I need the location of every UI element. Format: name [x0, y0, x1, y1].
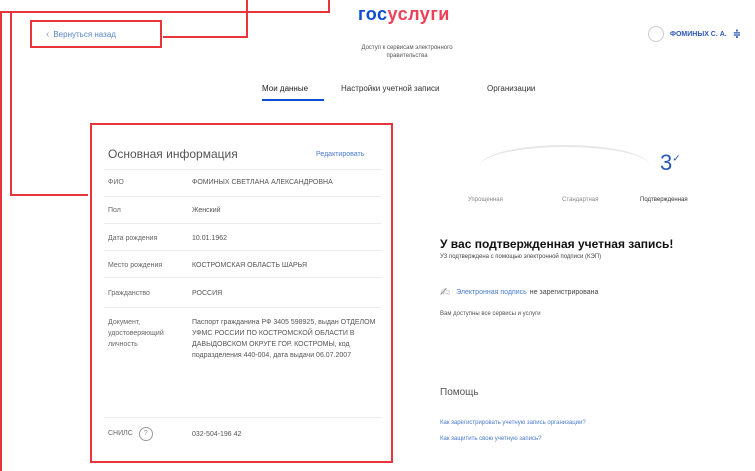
logo-gos: гос — [358, 4, 388, 24]
row-value-birthplace: КОСТРОМСКАЯ ОБЛАСТЬ ШАРЬЯ — [192, 262, 308, 269]
e-signature-row: ✍ Электронная подпись не зарегистрирован… — [440, 285, 598, 299]
confirmed-subtitle: УЗ подтверждена с помощью электронной по… — [440, 254, 602, 260]
row-value-snils: 032-504-196 42 — [192, 431, 242, 438]
back-link[interactable]: ‹ Вернуться назад — [30, 20, 162, 48]
help-link-protect-account[interactable]: Как защитить свою учетную запись? — [440, 436, 541, 442]
status-level: 3✓ — [660, 150, 681, 176]
divider — [104, 417, 382, 418]
menu-icon[interactable]: ≑ — [733, 29, 741, 40]
status-progress-arc — [480, 145, 650, 187]
confirmed-title: У вас подтвержденная учетная запись! — [440, 237, 674, 251]
status-level-number: 3 — [660, 150, 673, 175]
tab-organizations[interactable]: Организации — [487, 84, 535, 93]
help-link-org-registration[interactable]: Как зарегистрировать учетную запись орга… — [440, 420, 586, 426]
annotation-line — [0, 11, 2, 471]
services-available: Вам доступны все сервисы и услуги — [440, 311, 541, 317]
status-step-simplified: Упрощенная — [468, 197, 503, 203]
tab-my-data[interactable]: Мои данные — [262, 84, 308, 93]
user-menu[interactable]: ФОМИНЫХ С. А. ≑ — [648, 26, 741, 42]
e-signature-link[interactable]: Электронная подпись — [456, 289, 527, 296]
row-label-birthplace: Место рождения — [108, 262, 163, 269]
status-step-standard: Стандартная — [562, 197, 599, 203]
user-name: ФОМИНЫХ С. А. — [670, 30, 727, 38]
tagline: Доступ к сервисам электронного правитель… — [361, 45, 453, 59]
tab-account-settings[interactable]: Настройки учетной записи — [341, 84, 439, 93]
row-value-id-document: Паспорт гражданина РФ 3405 598925, выдан… — [192, 319, 376, 359]
help-title: Помощь — [440, 387, 479, 398]
status-checkmark-icon: ✓ — [672, 153, 681, 165]
divider — [104, 196, 382, 197]
annotation-line — [246, 0, 248, 38]
annotation-arrow — [10, 194, 88, 196]
annotation-line — [0, 11, 328, 13]
annotation-line — [10, 13, 12, 195]
annotation-arrow — [163, 36, 248, 38]
main-info-card: Основная информация Редактировать ФИО ФО… — [90, 123, 393, 463]
row-value-fio: ФОМИНЫХ СВЕТЛАНА АЛЕКСАНДРОВНА — [192, 179, 333, 186]
row-label-snils: СНИЛС? — [108, 427, 170, 441]
gosuslugi-logo[interactable]: госуслуги — [358, 4, 450, 25]
signature-icon: ✍ — [440, 285, 451, 299]
row-label-citizenship: Гражданство — [108, 290, 150, 297]
avatar — [648, 26, 664, 42]
row-value-birthdate: 10.01.1962 — [192, 235, 228, 242]
row-label-birthdate: Дата рождения — [108, 235, 158, 242]
row-value-gender: Женский — [192, 207, 221, 214]
edit-link[interactable]: Редактировать — [316, 151, 364, 158]
e-signature-status: не зарегистрирована — [529, 288, 599, 296]
logo-uslugi: услуги — [387, 4, 450, 24]
divider — [104, 250, 382, 251]
divider — [104, 277, 382, 278]
divider — [104, 223, 382, 224]
row-value-citizenship: РОССИЯ — [192, 290, 223, 297]
divider — [104, 169, 382, 170]
card-title: Основная информация — [108, 147, 238, 161]
row-label-gender: Пол — [108, 207, 121, 214]
row-label-fio: ФИО — [108, 179, 124, 186]
status-step-confirmed: Подтвержденная — [640, 197, 688, 203]
back-label: Вернуться назад — [53, 29, 116, 39]
row-label-id-document: Документ, удостоверяющий личность — [108, 319, 164, 348]
snils-label: СНИЛС — [108, 430, 133, 437]
active-tab-indicator — [262, 99, 324, 101]
chevron-left-icon: ‹ — [46, 28, 50, 40]
divider — [104, 307, 382, 308]
help-icon[interactable]: ? — [138, 427, 153, 441]
annotation-line — [328, 0, 330, 13]
